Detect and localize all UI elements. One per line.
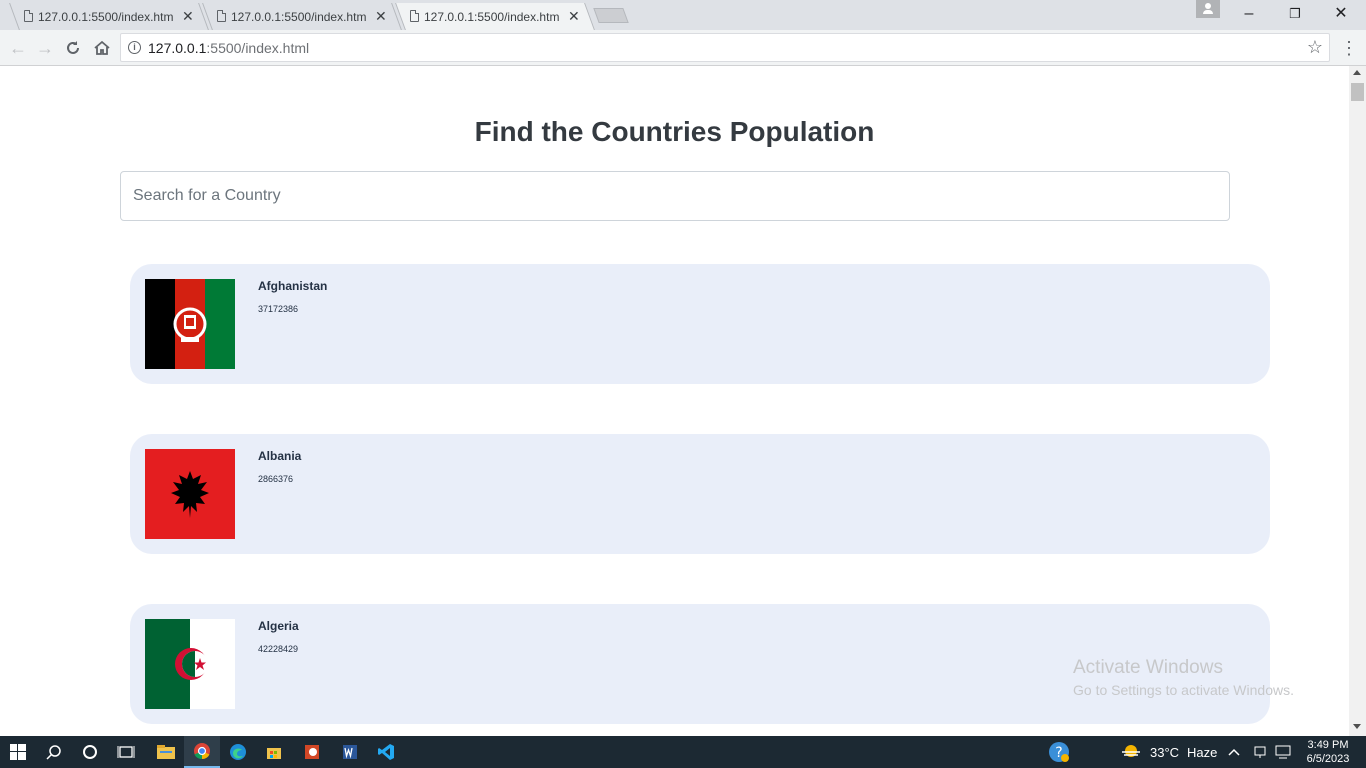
help-icon[interactable]: ? [1048, 736, 1070, 768]
reload-icon[interactable] [61, 36, 85, 60]
task-view-icon[interactable] [108, 736, 144, 768]
clock-time: 3:49 PM [1307, 739, 1349, 751]
windows-taskbar: ? 33°C Haze 3:49 PM 6/5/2023 [0, 736, 1366, 768]
browser-tab[interactable]: 127.0.0.1:5500/index.html ✕ [202, 3, 402, 30]
weather-description: Haze [1187, 744, 1218, 760]
country-name: Afghanistan [258, 279, 328, 293]
browser-tab-active[interactable]: 127.0.0.1:5500/index.html ✕ [395, 3, 595, 30]
document-icon [217, 10, 226, 22]
tab-title: 127.0.0.1:5500/index.html [424, 9, 560, 24]
back-arrow-icon[interactable]: ← [6, 36, 30, 60]
country-name: Algeria [258, 619, 299, 633]
close-window-button[interactable]: ✕ [1318, 2, 1364, 26]
edge-icon[interactable] [220, 736, 256, 768]
new-tab-button[interactable] [593, 8, 629, 23]
scroll-down-arrow-icon[interactable] [1353, 724, 1361, 729]
page-viewport: Find the Countries Population Afghanista… [0, 66, 1349, 736]
store-icon[interactable] [256, 736, 292, 768]
vscode-icon[interactable] [368, 736, 404, 768]
clock-date: 6/5/2023 [1306, 753, 1350, 765]
country-name: Albania [258, 449, 302, 463]
country-population: 42228429 [258, 644, 299, 654]
windows-start-icon[interactable] [0, 736, 36, 768]
page-scrollbar[interactable] [1349, 66, 1366, 736]
weather-widget[interactable]: 33°C Haze [1120, 736, 1217, 768]
country-card: Albania 2866376 [130, 434, 1270, 554]
watermark-subtitle: Go to Settings to activate Windows. [1073, 682, 1294, 698]
cortana-icon[interactable] [72, 736, 108, 768]
document-icon [410, 10, 419, 22]
country-population: 37172386 [258, 304, 299, 314]
address-bar[interactable]: i 127.0.0.1:5500/index.html ☆ [120, 33, 1330, 62]
country-population: 2866376 [258, 474, 294, 484]
browser-title-bar: 127.0.0.1:5500/index.html ✕ 127.0.0.1:55… [0, 0, 1366, 30]
scroll-thumb[interactable] [1351, 83, 1364, 101]
country-search-input[interactable] [120, 171, 1230, 221]
afghanistan-flag [145, 279, 235, 369]
forward-arrow-icon[interactable]: → [33, 36, 57, 60]
powerpoint-icon[interactable] [294, 736, 330, 768]
close-tab-icon[interactable]: ✕ [375, 8, 387, 25]
watermark-title: Activate Windows [1073, 657, 1223, 678]
minimize-button[interactable]: – [1226, 2, 1272, 26]
browser-menu-icon[interactable]: ⋮ [1340, 38, 1358, 58]
browser-toolbar: ← → i 127.0.0.1:5500/index.html ☆ ⋮ [0, 30, 1366, 66]
profile-icon[interactable] [1196, 0, 1220, 18]
restore-button[interactable]: ❐ [1272, 2, 1318, 26]
home-icon[interactable] [90, 36, 114, 60]
country-card: Afghanistan 37172386 [130, 264, 1270, 384]
scroll-up-arrow-icon[interactable] [1353, 70, 1361, 75]
weather-temperature: 33°C [1150, 744, 1180, 760]
taskbar-clock[interactable]: 3:49 PM 6/5/2023 [1298, 738, 1358, 766]
algeria-flag [145, 619, 235, 709]
chevron-up-icon[interactable] [1228, 736, 1240, 768]
notification-icon[interactable] [1275, 736, 1291, 768]
page-title: Find the Countries Population [474, 116, 875, 147]
search-icon[interactable] [36, 736, 72, 768]
document-icon [24, 10, 33, 22]
chrome-icon[interactable] [184, 736, 220, 768]
albania-flag [145, 449, 235, 539]
bookmark-star-icon[interactable]: ☆ [1307, 37, 1323, 58]
file-explorer-icon[interactable] [148, 736, 184, 768]
tab-title: 127.0.0.1:5500/index.html [38, 9, 174, 24]
info-icon[interactable]: i [128, 41, 141, 54]
word-icon[interactable] [332, 736, 368, 768]
tab-title: 127.0.0.1:5500/index.html [231, 9, 367, 24]
network-icon[interactable] [1253, 736, 1267, 768]
close-tab-icon[interactable]: ✕ [568, 8, 580, 25]
url-text[interactable]: 127.0.0.1:5500/index.html [148, 40, 309, 56]
activate-windows-watermark: Activate Windows Go to Settings to activ… [1073, 657, 1294, 698]
browser-tab[interactable]: 127.0.0.1:5500/index.html ✕ [9, 3, 209, 30]
close-tab-icon[interactable]: ✕ [182, 8, 194, 25]
haze-weather-icon [1120, 744, 1142, 760]
